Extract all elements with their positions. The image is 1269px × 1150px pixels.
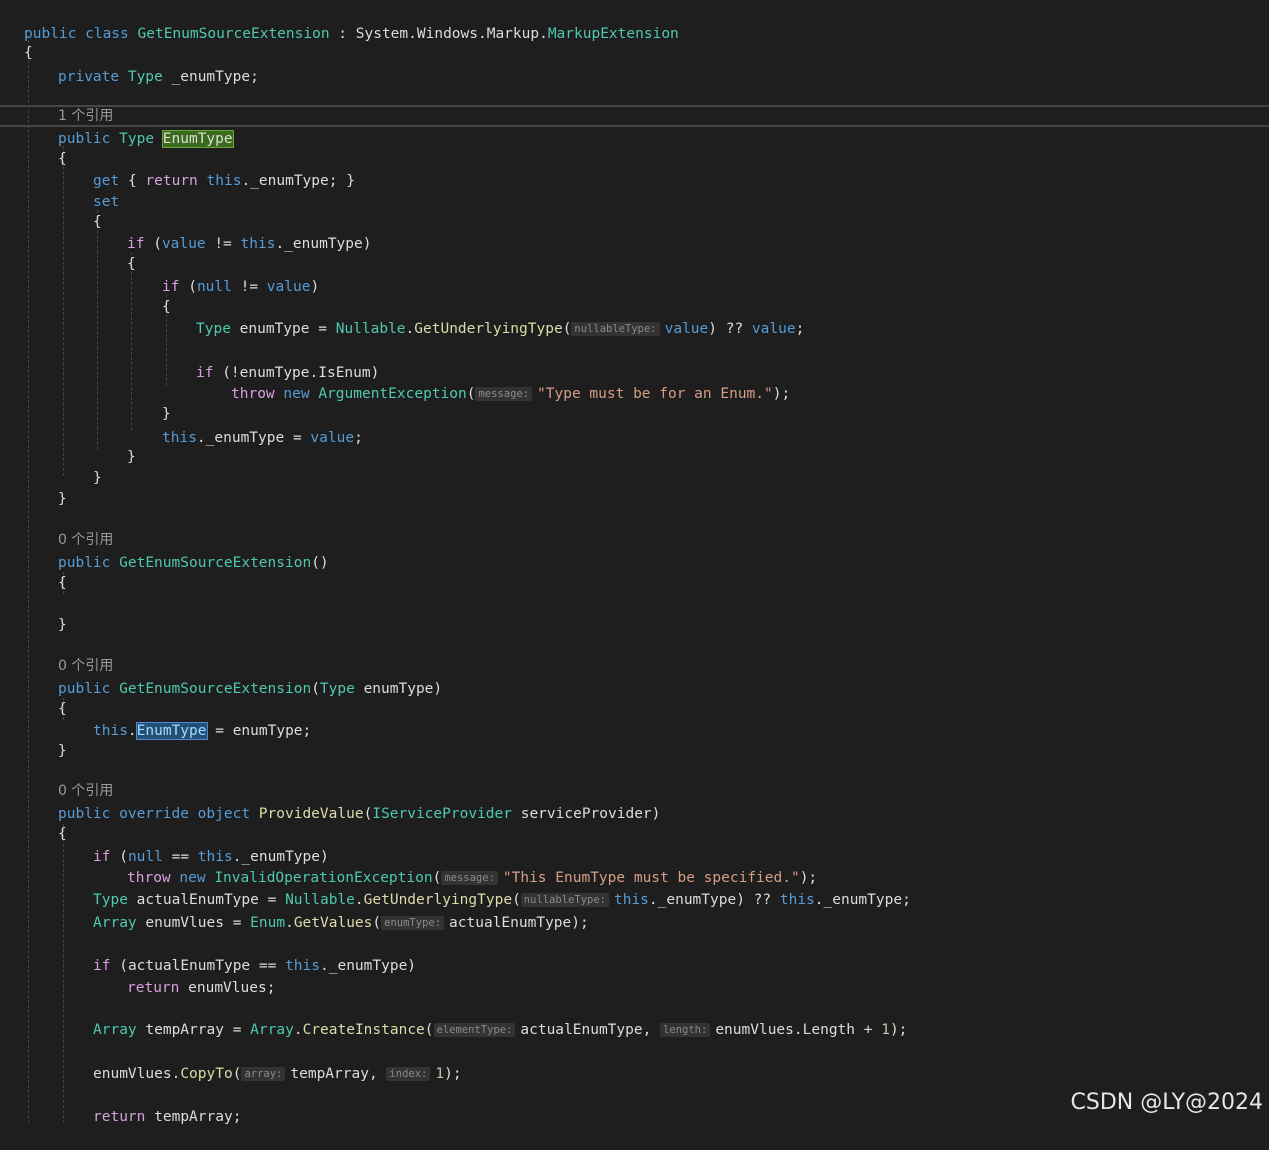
code-token: tempArray [290,1066,369,1082]
code-token: Enum [250,915,286,931]
code-line[interactable]: public GetEnumSourceExtension(Type enumT… [0,656,1269,697]
code-token: CreateInstance [302,1022,425,1038]
code-line[interactable]: set [0,169,1269,210]
code-token: ; [266,980,276,996]
code-line[interactable]: Array tempArray = Array.CreateInstance(e… [0,997,1269,1038]
code-token: . [285,915,294,931]
code-token: enumVlues [145,915,224,931]
code-line[interactable]: return enumVlues; [0,955,1269,996]
inlay-parameter-hint: nullableType: [571,322,660,336]
inlay-parameter-hint: index: [386,1067,431,1081]
code-line[interactable]: if (null != value) [0,254,1269,295]
code-line[interactable]: enumVlues.CopyTo(array: tempArray, index:… [0,1041,1269,1082]
code-token: = [309,321,336,337]
code-token: tempArray [145,1022,224,1038]
code-line[interactable]: get { return this._enumType; } [0,148,1269,189]
code-token: . [405,321,415,337]
code-token: enumVlues [93,1066,172,1082]
code-token: value [751,321,796,337]
inlay-parameter-hint: enumType: [381,916,445,930]
code-token: , [368,1066,387,1082]
code-token: ( [424,1022,434,1038]
code-line[interactable]: } [0,381,1269,422]
code-line[interactable]: { [0,126,1269,167]
code-token: CopyTo [180,1066,233,1082]
inlay-parameter-hint: length: [660,1023,711,1037]
code-token: actualEnumType [449,915,572,931]
code-token: Nullable [335,321,406,337]
code-token: Type [196,321,231,337]
code-line[interactable]: { [0,189,1269,230]
code-token: ( [372,915,382,931]
code-line[interactable]: Array enumVlues = Enum.GetValues(enumTyp… [0,890,1269,931]
code-token: ); [444,1066,462,1082]
code-token: . [293,1022,303,1038]
codelens-references[interactable]: 0 个引用 [0,633,1269,674]
code-token: .Length + [793,1022,882,1038]
code-line[interactable]: { [0,550,1269,591]
code-line[interactable]: this.EnumType = enumType; [0,698,1269,740]
code-token: ) ?? [708,321,752,337]
code-line[interactable]: { [0,231,1269,272]
watermark: CSDN @LY@2024 [1070,1090,1263,1115]
code-token: GetUnderlyingType [414,321,563,337]
code-line[interactable]: private Type _enumType; [0,44,1269,85]
code-token: Array [93,915,137,931]
code-token: 1 [435,1066,445,1082]
code-line[interactable]: { [0,676,1269,717]
codelens-references[interactable]: 0 个引用 [0,507,1269,548]
code-line[interactable]: } [0,466,1269,507]
code-token: 1 [881,1022,890,1038]
code-line[interactable]: } [0,445,1269,486]
code-line[interactable]: } [0,718,1269,759]
code-token: . [171,1066,181,1082]
code-line[interactable]: { [0,801,1269,842]
code-line[interactable]: } [0,424,1269,465]
code-line[interactable]: } [0,592,1269,633]
code-line[interactable]: { [0,274,1269,315]
code-token: , [642,1022,661,1038]
code-line[interactable]: Type enumType = Nullable.GetUnderlyingTy… [0,296,1269,337]
code-token: enumVlues [715,1022,794,1038]
code-token: actualEnumType [520,1022,643,1038]
code-line[interactable]: { [0,20,1269,61]
code-line[interactable]: Type actualEnumType = Nullable.GetUnderl… [0,867,1269,908]
code-token: Array [93,1022,137,1038]
code-token: GetValues [293,915,373,931]
code-token: ); [571,915,589,931]
code-token: return [127,980,180,996]
code-token: { [58,575,67,591]
code-token: ( [562,321,572,337]
code-token: enumVlues [188,980,267,996]
code-token: Array [250,1022,294,1038]
inlay-parameter-hint: elementType: [433,1023,516,1037]
code-token: = [223,1022,251,1038]
code-line[interactable]: public override object ProvideValue(ISer… [0,781,1269,822]
codelens-references[interactable]: 1 个引用 [0,83,1269,124]
code-line[interactable]: if (value != this._enumType) [0,211,1269,252]
code-line[interactable]: if (actualEnumType == this._enumType) [0,933,1269,974]
code-line[interactable]: throw new ArgumentException(message: "Typ… [0,361,1269,402]
code-token: enumType [239,321,310,337]
code-token: ; [795,321,805,337]
code-token: ); [889,1022,908,1038]
code-token: value [664,321,709,337]
code-line[interactable]: public GetEnumSourceExtension() [0,530,1269,571]
code-line[interactable]: if (null == this._enumType) [0,824,1269,865]
code-line[interactable]: public Type EnumType [0,106,1269,148]
code-line[interactable]: throw new InvalidOperationException(mess… [0,845,1269,886]
inlay-parameter-hint: array: [241,1067,286,1081]
code-token: = [223,915,251,931]
code-token: ( [232,1066,242,1082]
codelens-references[interactable]: 0 个引用 [0,758,1269,799]
code-line[interactable]: if (!enumType.IsEnum) [0,340,1269,381]
code-editor[interactable]: public class GetEnumSourceExtension : Sy… [0,0,1269,1125]
